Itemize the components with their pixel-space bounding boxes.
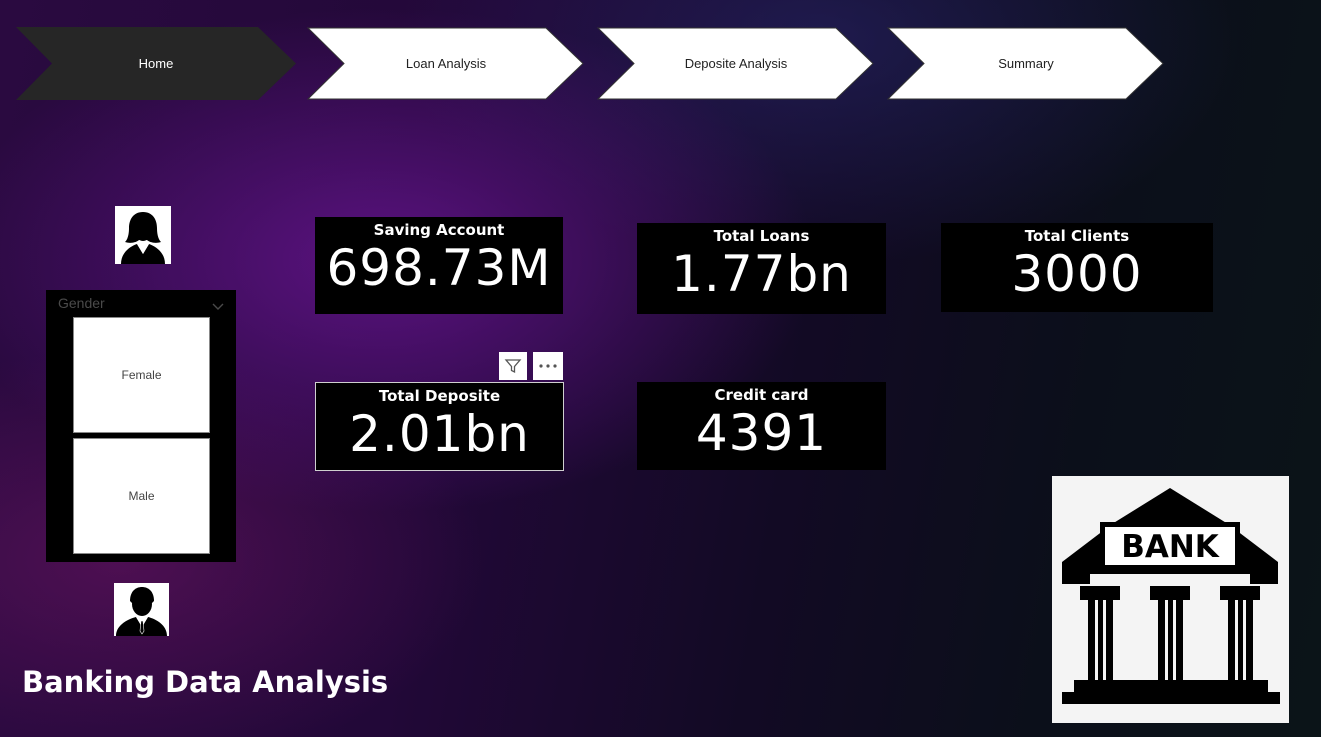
- gender-slicer[interactable]: Gender Female Male: [46, 290, 236, 562]
- kpi-total-loans[interactable]: Total Loans 1.77bn: [637, 223, 886, 314]
- male-avatar-icon: [114, 583, 169, 636]
- female-avatar-icon: [115, 206, 171, 264]
- more-options-icon[interactable]: [533, 352, 563, 380]
- slicer-option-female[interactable]: Female: [73, 317, 210, 433]
- kpi-total-clients[interactable]: Total Clients 3000: [941, 223, 1213, 312]
- tab-summary[interactable]: Summary: [886, 27, 1166, 100]
- page-title: Banking Data Analysis: [22, 665, 389, 699]
- kpi-saving-account-label: Saving Account: [373, 221, 505, 239]
- tab-deposite-analysis-label: Deposite Analysis: [684, 56, 788, 71]
- kpi-total-loans-label: Total Loans: [713, 227, 810, 245]
- tab-home-label: Home: [138, 56, 174, 71]
- slicer-header: Gender: [58, 295, 105, 311]
- kpi-credit-card[interactable]: Credit card 4391: [637, 382, 886, 470]
- kpi-credit-card-label: Credit card: [714, 386, 809, 404]
- tab-loan-analysis-label: Loan Analysis: [405, 56, 487, 71]
- kpi-total-clients-label: Total Clients: [1024, 227, 1130, 245]
- slicer-option-male[interactable]: Male: [73, 438, 210, 554]
- kpi-total-deposite-value: 2.01bn: [349, 405, 530, 463]
- bank-logo: BANK: [1052, 476, 1289, 723]
- tab-home[interactable]: Home: [16, 27, 296, 100]
- tab-loan-analysis[interactable]: Loan Analysis: [306, 27, 586, 100]
- kpi-total-clients-value: 3000: [1011, 245, 1143, 303]
- tab-summary-label: Summary: [998, 56, 1054, 71]
- kpi-total-loans-value: 1.77bn: [671, 245, 852, 303]
- filter-icon[interactable]: [499, 352, 527, 380]
- tab-deposite-analysis[interactable]: Deposite Analysis: [596, 27, 876, 100]
- kpi-credit-card-value: 4391: [695, 404, 828, 462]
- kpi-total-deposite[interactable]: Total Deposite 2.01bn: [315, 382, 564, 471]
- kpi-saving-account[interactable]: Saving Account 698.73M: [315, 217, 563, 314]
- chevron-down-icon[interactable]: [212, 296, 224, 315]
- kpi-saving-account-value: 698.73M: [326, 239, 552, 297]
- kpi-total-deposite-label: Total Deposite: [378, 387, 501, 405]
- bank-logo-text: BANK: [1121, 529, 1220, 565]
